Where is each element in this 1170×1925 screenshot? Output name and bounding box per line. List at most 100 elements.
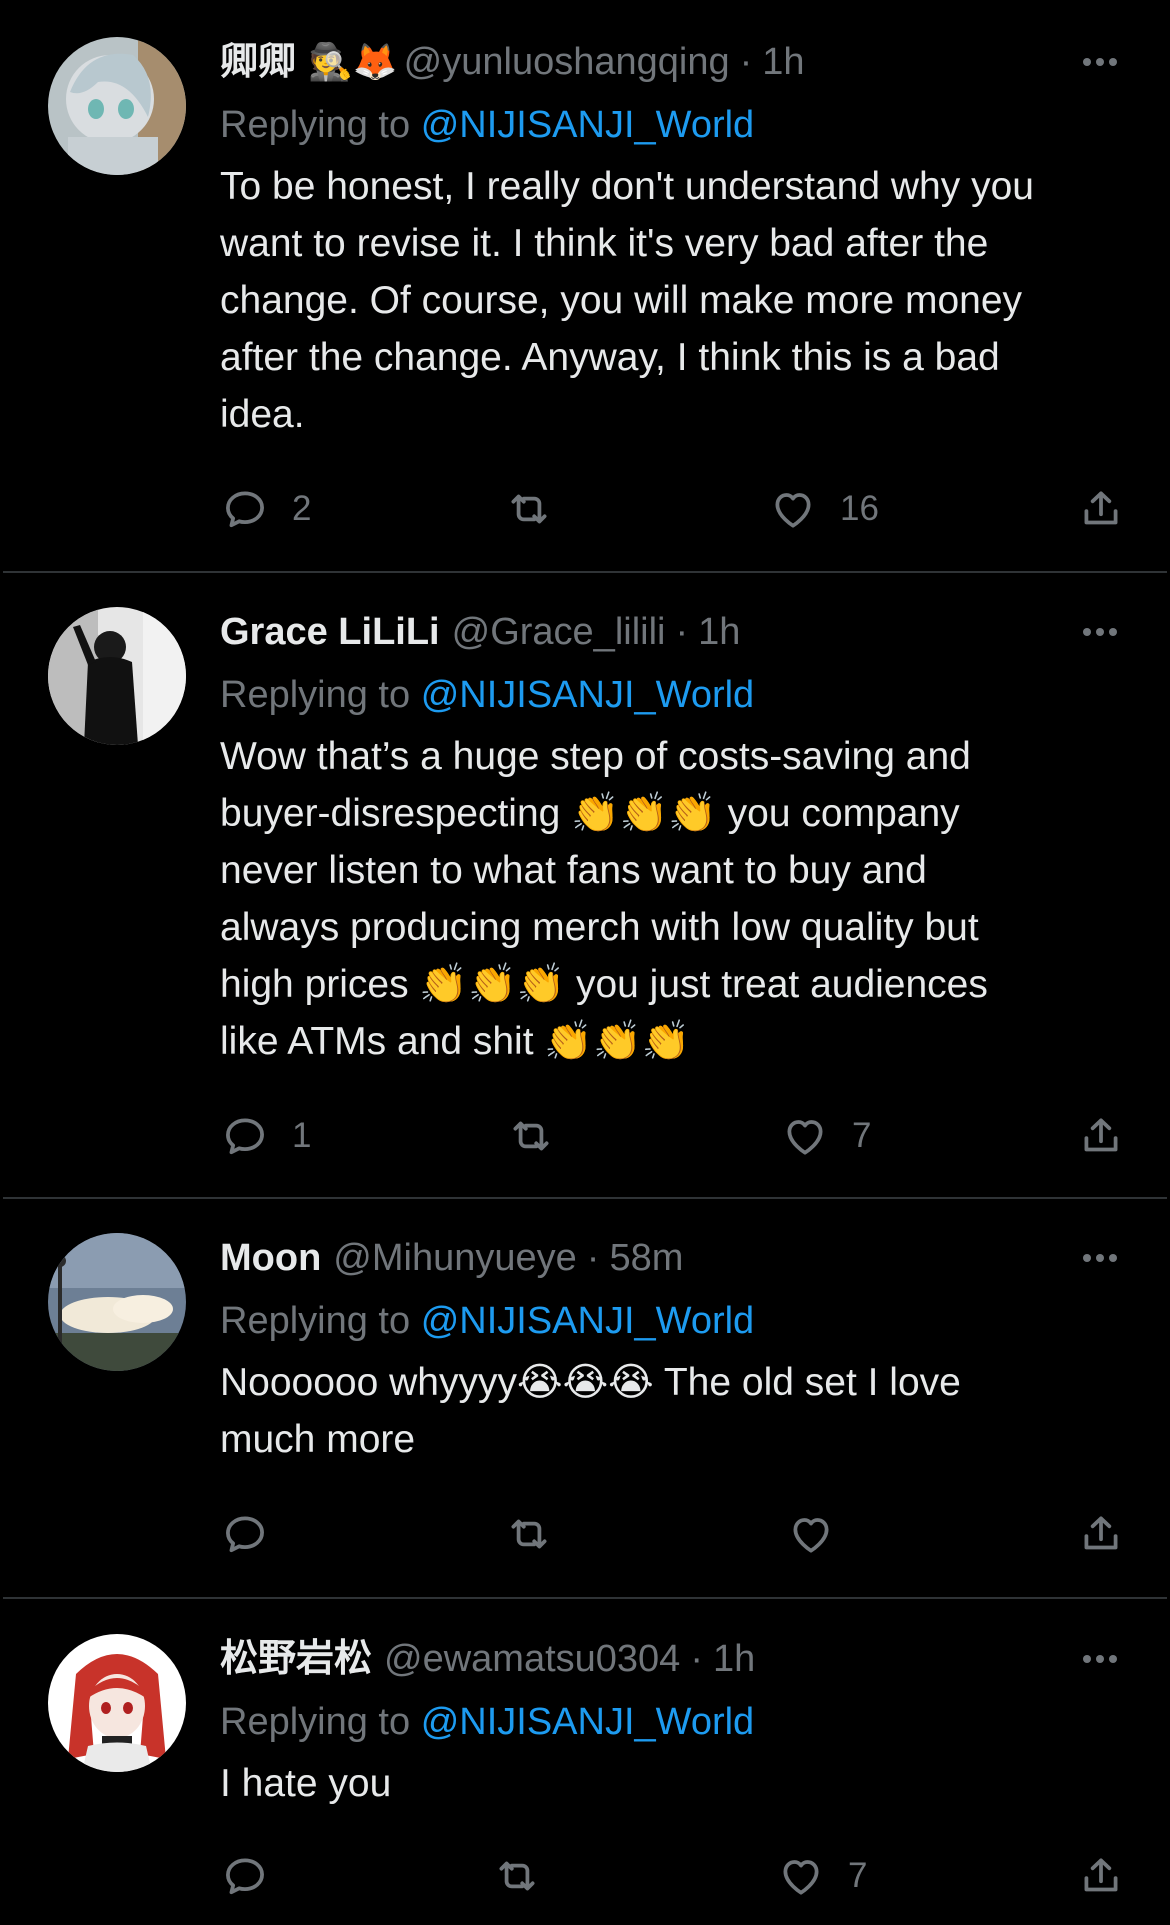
text-line: idea. [220, 393, 305, 436]
divider [3, 1197, 1167, 1199]
share-icon [1084, 1858, 1118, 1892]
replying-to-label: Replying to [220, 1300, 411, 1342]
text-line: Noooooo whyyyy😭😭😭 The old set I love [220, 1361, 961, 1404]
retweet-icon [511, 1519, 547, 1549]
text-line: To be honest, I really don't understand … [220, 165, 1034, 208]
like-button[interactable]: 7 [780, 1110, 871, 1162]
text-line: I hate you [220, 1762, 392, 1805]
replying-to-label: Replying to [220, 674, 411, 716]
more-dots-icon[interactable] [1078, 1634, 1122, 1684]
heart-icon [783, 1860, 819, 1895]
text-line: like ATMs and shit 👏👏👏 [220, 1020, 691, 1063]
more-dots-icon[interactable] [1078, 37, 1122, 87]
handle[interactable]: @Grace_lilili [452, 607, 666, 657]
share-icon [1084, 1516, 1118, 1550]
timestamp[interactable]: 1h [713, 1634, 755, 1684]
like-button[interactable] [786, 1508, 858, 1560]
reply-bubble-icon [226, 1118, 264, 1155]
tweet-text: Wow that’s a huge step of costs-saving a… [220, 728, 1122, 1070]
avatar[interactable] [48, 607, 186, 745]
mention-link[interactable]: @NIJISANJI_World [421, 104, 755, 146]
timestamp[interactable]: 58m [609, 1233, 683, 1283]
heart-icon [775, 493, 811, 528]
display-name[interactable]: 松野岩松 [220, 1634, 372, 1684]
retweet-button[interactable] [504, 1508, 554, 1560]
divider [3, 1597, 1167, 1599]
more-dots-icon[interactable] [1078, 1233, 1122, 1283]
replying-to-label: Replying to [220, 1701, 411, 1743]
text-line: want to revise it. I think it's very bad… [220, 222, 989, 265]
replying-to: Replying to @NIJISANJI_World [220, 670, 1122, 720]
mention-link[interactable]: @NIJISANJI_World [421, 674, 755, 716]
reply-button[interactable] [220, 1850, 292, 1902]
tweet-text: To be honest, I really don't understand … [220, 158, 1122, 443]
like-count: 7 [848, 1856, 868, 1895]
text-line: much more [220, 1418, 416, 1461]
timestamp[interactable]: 1h [698, 607, 740, 657]
action-bar: 7 [220, 1850, 1122, 1902]
like-count: 16 [840, 489, 879, 528]
mention-link[interactable]: @NIJISANJI_World [421, 1300, 755, 1342]
avatar-image [48, 1634, 186, 1772]
name-emoji: 🕵️🦊 [308, 41, 398, 82]
reply-count: 1 [292, 1116, 312, 1155]
avatar-image [48, 37, 186, 175]
avatar[interactable] [48, 37, 186, 175]
like-button[interactable]: 16 [768, 483, 879, 535]
reply-count: 2 [292, 489, 312, 528]
share-icon [1084, 1118, 1118, 1152]
tweet-header: 卿卿 🕵️🦊 @yunluoshangqing · 1h [220, 37, 1122, 87]
retweet-icon [511, 494, 547, 524]
tweet-text: I hate you [220, 1755, 1122, 1812]
replying-to: Replying to @NIJISANJI_World [220, 100, 1122, 150]
replying-to-label: Replying to [220, 104, 411, 146]
text-line: Wow that’s a huge step of costs-saving a… [220, 735, 971, 778]
handle[interactable]: @Mihunyueye [333, 1233, 576, 1283]
reply-bubble-icon [226, 1858, 264, 1895]
handle[interactable]: @ewamatsu0304 [384, 1634, 680, 1684]
text-line: buyer-disrespecting 👏👏👏 you company [220, 792, 960, 835]
timestamp[interactable]: 1h [762, 37, 804, 87]
replying-to: Replying to @NIJISANJI_World [220, 1296, 1122, 1346]
text-line: high prices 👏👏👏 you just treat audiences [220, 963, 988, 1006]
avatar-image [48, 607, 186, 745]
separator-dot: · [675, 611, 689, 653]
action-bar: 2 16 [220, 483, 1122, 535]
avatar-image [48, 1233, 186, 1371]
tweet-header: 松野岩松 @ewamatsu0304 · 1h [220, 1634, 1122, 1684]
separator-dot: · [690, 1638, 703, 1680]
retweet-button[interactable] [504, 483, 554, 535]
heart-icon [793, 1518, 829, 1553]
retweet-button[interactable] [506, 1110, 556, 1162]
action-bar [220, 1508, 1122, 1560]
reply-bubble-icon [226, 1516, 264, 1553]
share-button[interactable] [1076, 1110, 1126, 1162]
share-button[interactable] [1076, 483, 1126, 535]
share-button[interactable] [1076, 1508, 1126, 1560]
like-count: 7 [852, 1116, 872, 1155]
action-bar: 1 7 [220, 1110, 1122, 1162]
retweet-icon [499, 1861, 535, 1891]
divider [3, 571, 1167, 573]
avatar[interactable] [48, 1634, 186, 1772]
mention-link[interactable]: @NIJISANJI_World [421, 1701, 755, 1743]
heart-icon [787, 1120, 823, 1155]
reply-button[interactable]: 2 [220, 483, 311, 535]
separator-dot: · [739, 41, 753, 83]
display-name[interactable]: Grace LiLiLi [220, 607, 440, 657]
handle[interactable]: @yunluoshangqing [404, 37, 730, 87]
reply-bubble-icon [226, 491, 264, 528]
separator-dot: · [586, 1237, 600, 1279]
more-dots-icon[interactable] [1078, 607, 1122, 657]
reply-button[interactable] [220, 1508, 292, 1560]
avatar[interactable] [48, 1233, 186, 1371]
retweet-icon [513, 1121, 549, 1151]
share-icon [1084, 491, 1118, 525]
display-name[interactable]: Moon [220, 1233, 321, 1283]
like-button[interactable]: 7 [776, 1850, 867, 1902]
tweet-header: Moon @Mihunyueye · 58m [220, 1233, 1122, 1283]
display-name[interactable]: 卿卿 [220, 37, 296, 87]
reply-button[interactable]: 1 [220, 1110, 311, 1162]
retweet-button[interactable] [492, 1850, 542, 1902]
share-button[interactable] [1076, 1850, 1126, 1902]
